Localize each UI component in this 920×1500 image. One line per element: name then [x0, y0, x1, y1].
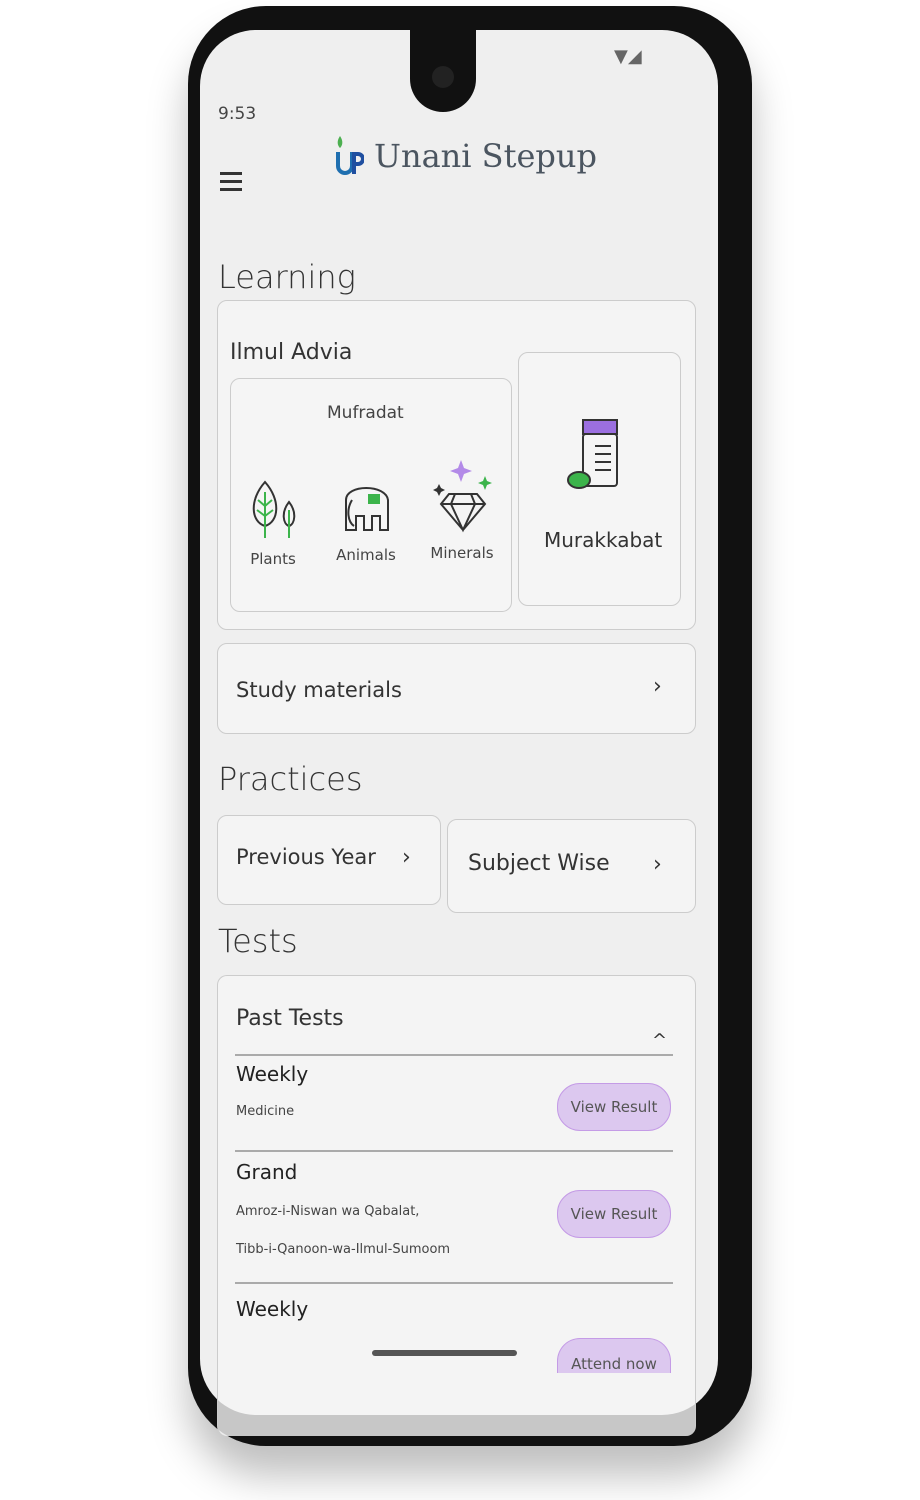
diamond-icon — [433, 460, 492, 533]
status-icons: ▼◢ — [614, 46, 642, 67]
chevron-up-icon[interactable]: ^ — [652, 1030, 667, 1051]
plants-label: Plants — [250, 550, 296, 568]
medicine-jar-icon — [567, 419, 618, 489]
minerals-label: Minerals — [430, 544, 494, 562]
test-type: Grand — [236, 1160, 298, 1184]
leaf-icon — [252, 480, 296, 538]
chevron-right-icon: › — [402, 845, 411, 870]
app-title: Unani Stepup — [374, 137, 597, 175]
test-type: Weekly — [236, 1297, 309, 1321]
murakkabat-label: Murakkabat — [544, 528, 663, 552]
attend-now-button[interactable]: Attend now — [557, 1338, 671, 1373]
divider — [235, 1054, 673, 1056]
hamburger-menu-icon[interactable] — [220, 172, 242, 196]
front-camera — [432, 66, 454, 88]
chevron-right-icon: › — [653, 674, 662, 699]
practices-heading: Practices — [218, 760, 363, 798]
study-materials-label: Study materials — [236, 678, 402, 702]
test-type: Weekly — [236, 1062, 309, 1086]
view-result-button[interactable]: View Result — [557, 1083, 671, 1131]
divider — [235, 1282, 673, 1284]
view-result-button[interactable]: View Result — [557, 1190, 671, 1238]
elephant-icon — [345, 487, 389, 531]
minerals-item[interactable]: Minerals — [422, 458, 502, 562]
plants-item[interactable]: Plants — [233, 478, 313, 568]
wifi-icon: ▼ — [614, 46, 628, 67]
divider — [235, 1150, 673, 1152]
animals-item[interactable]: Animals — [326, 470, 406, 564]
tests-heading: Tests — [218, 922, 298, 960]
cellular-signal-icon: ◢ — [627, 46, 642, 67]
test-subject: Tibb-i-Qanoon-wa-Ilmul-Sumoom — [236, 1242, 451, 1257]
learning-heading: Learning — [218, 258, 356, 296]
animals-label: Animals — [336, 546, 396, 564]
home-indicator[interactable] — [372, 1350, 517, 1356]
past-tests-title[interactable]: Past Tests — [236, 1006, 344, 1031]
app-logo: Unani Stepup — [334, 134, 597, 178]
test-subject: Medicine — [236, 1104, 295, 1119]
test-subject: Amroz-i-Niswan wa Qabalat, — [236, 1204, 420, 1219]
ilmul-advia-title: Ilmul Advia — [230, 340, 353, 365]
subject-wise-label: Subject Wise — [468, 851, 610, 876]
status-time: 9:53 — [218, 104, 257, 124]
chevron-right-icon: › — [653, 852, 662, 877]
previous-year-label: Previous Year — [236, 845, 376, 869]
up-logo-icon — [336, 136, 364, 175]
mufradat-title: Mufradat — [327, 403, 404, 423]
